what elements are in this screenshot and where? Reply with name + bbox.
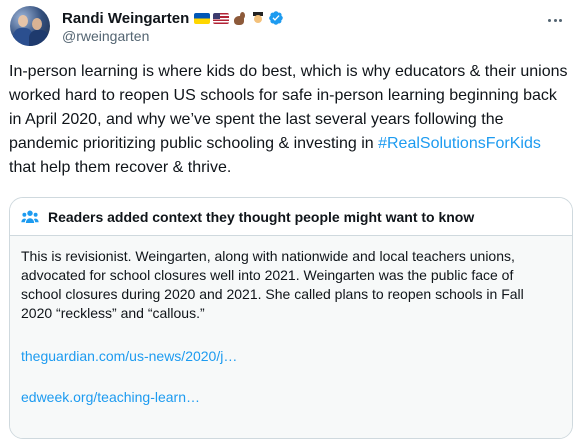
community-note-body: This is revisionist. Weingarten, along w… bbox=[10, 236, 572, 438]
source-link-edweek[interactable]: edweek.org/teaching-learn… bbox=[21, 388, 561, 407]
ukraine-flag-icon bbox=[194, 12, 211, 24]
hashtag-link[interactable]: #RealSolutionsForKids bbox=[378, 135, 541, 152]
tweet: Randi Weingarten @rweingarten In-person … bbox=[0, 0, 581, 439]
community-note-header[interactable]: Readers added context they thought peopl… bbox=[10, 198, 572, 236]
teacher-icon bbox=[250, 11, 265, 26]
author-display-name[interactable]: Randi Weingarten bbox=[62, 10, 189, 27]
author-name-row: Randi Weingarten bbox=[62, 9, 284, 27]
author-handle[interactable]: @rweingarten bbox=[62, 28, 149, 44]
source-link-guardian[interactable]: theguardian.com/us-news/2020/j… bbox=[21, 347, 561, 366]
tweet-header: Randi Weingarten @rweingarten bbox=[10, 6, 571, 46]
avatar[interactable] bbox=[10, 6, 50, 46]
more-options-icon[interactable] bbox=[545, 10, 565, 30]
us-flag-icon bbox=[213, 12, 230, 24]
tweet-text-end: that help them recover & thrive. bbox=[9, 159, 232, 176]
verified-badge-icon bbox=[269, 11, 284, 25]
community-note-title: Readers added context they thought peopl… bbox=[48, 208, 475, 225]
people-icon bbox=[21, 210, 39, 223]
tweet-text: In-person learning is where kids do best… bbox=[9, 60, 569, 180]
community-note: Readers added context they thought peopl… bbox=[9, 197, 573, 439]
community-note-text: This is revisionist. Weingarten, along w… bbox=[21, 248, 524, 321]
flexed-biceps-icon bbox=[232, 11, 247, 26]
